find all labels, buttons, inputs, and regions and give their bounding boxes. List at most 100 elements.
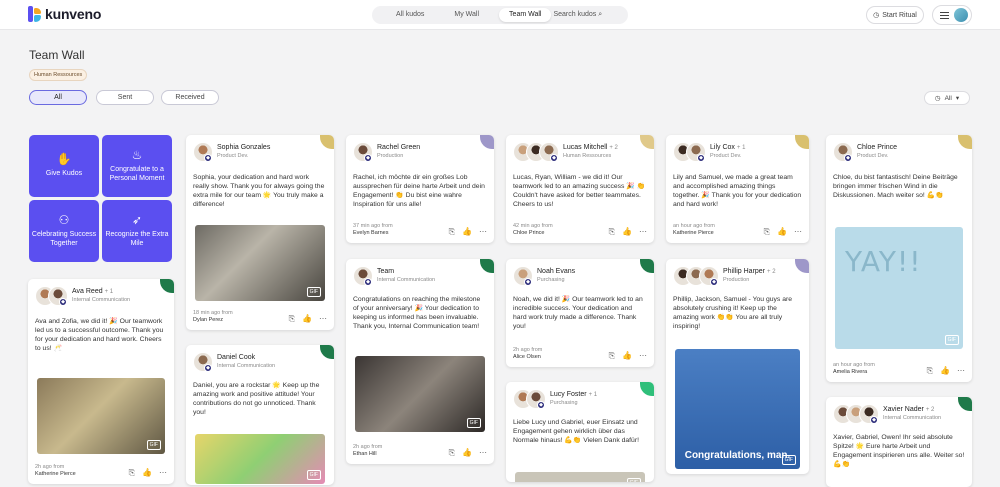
like-icon[interactable]: 👍 [940,366,950,376]
like-icon[interactable]: 👍 [142,468,152,478]
extra-recipients-count: + 2 [609,145,618,151]
kudos-card[interactable]: ◆ Lily Cox + 1 Product Dev. Lily and Samu… [666,135,809,243]
logo-icon [28,6,42,22]
top-bar: kunveno All kudos My Wall Team Wall Sear… [0,0,1000,30]
hamburger-icon [940,11,949,19]
filter-sent-button[interactable]: Sent [96,90,154,105]
tab-my-wall[interactable]: My Wall [444,8,489,22]
category-corner [795,135,809,149]
extra-mile-tile[interactable]: ➶ Recognize the Extra Mile [102,200,172,262]
card-footer: 18 min ago from Dylan Perez ⎘ 👍 ⋯ [193,310,327,324]
value-badge-icon: ◆ [870,416,878,424]
value-badge-icon: ◆ [524,278,532,286]
more-icon[interactable]: ⋯ [319,314,327,324]
page-title: Team Wall [29,48,85,62]
card-footer: an hour ago from Amelia Rivera ⎘ 👍 ⋯ [833,362,965,376]
sender-name: Katherine Pierce [673,229,714,236]
kudos-card[interactable]: ◆ Lucy Foster + 1 Purchasing Liebe Lucy u… [506,382,654,482]
app-name: kunveno [45,6,102,22]
like-icon[interactable]: 👍 [777,227,787,237]
like-icon[interactable]: 👍 [302,314,312,324]
more-icon[interactable]: ⋯ [639,351,647,361]
kudos-message: Sophia, your dedication and hard work re… [193,174,325,209]
kudos-card[interactable]: ◆ Noah Evans Purchasing Noah, we did it!… [506,259,654,367]
translate-icon[interactable]: ⎘ [449,448,455,458]
more-icon[interactable]: ⋯ [159,468,167,478]
kudos-card[interactable]: ◆ Ava Reed + 1 Internal Communication Ava… [28,279,174,484]
gif-image[interactable]: GIF [195,434,325,484]
translate-icon[interactable]: ⎘ [129,468,135,478]
recipient-avatars: ◆ [353,142,373,162]
kudos-message: Ava and Zofia, we did it! 🎉 Our teamwork… [35,318,164,353]
cake-icon: ♨ [131,147,143,162]
recipient-department: Purchasing [537,277,565,283]
gif-image[interactable]: GIF [515,472,645,482]
kudos-card[interactable]: ◆ Lucas Mitchell + 2 Human Ressources Luc… [506,135,654,243]
extra-recipients-count: + 1 [736,145,746,151]
kudos-card[interactable]: ◆ Rachel Green Production Rachel, ich mö… [346,135,494,243]
filter-received-button[interactable]: Received [161,90,219,105]
more-icon[interactable]: ⋯ [957,366,965,376]
main-nav: All kudos My Wall Team Wall Search kudos… [372,6,628,24]
value-badge-icon: ◆ [204,154,212,162]
posted-time: 2h ago from [513,346,543,353]
more-icon[interactable]: ⋯ [639,227,647,237]
kudos-message: Lucas, Ryan, William - we did it! Our te… [513,174,646,209]
gif-image[interactable]: GIF [355,356,485,432]
like-icon[interactable]: 👍 [622,351,632,361]
kudos-card[interactable]: ◆ Chloe Prince Product Dev. Chloe, du bi… [826,135,972,382]
gif-image[interactable]: Congratulations, man. GIF [675,349,800,469]
recipient-name: Lily Cox + 1 [710,144,745,151]
translate-icon[interactable]: ⎘ [764,227,770,237]
kudos-card[interactable]: ◆ Daniel Cook Internal Communication Dan… [186,345,334,485]
department-tag[interactable]: Human Ressources [29,69,88,81]
more-icon[interactable]: ⋯ [794,227,802,237]
gif-tag: GIF [944,335,959,345]
translate-icon[interactable]: ⎘ [927,366,933,376]
kudos-card[interactable]: ◆ Sophia Gonzales Product Dev. Sophia, y… [186,135,334,330]
recipient-name-text: Phillip Harper [723,268,766,275]
gif-image[interactable]: YAY!! GIF [835,227,963,349]
translate-icon[interactable]: ⎘ [449,227,455,237]
kudos-card[interactable]: ◆ Phillip Harper + 2 Production Phillip, … [666,259,809,474]
like-icon[interactable]: 👍 [462,227,472,237]
recipient-department: Product Dev. [857,153,889,159]
card-footer: 42 min ago from Chloe Prince ⎘ 👍 ⋯ [513,223,647,237]
kudos-card[interactable]: ◆ Team Internal Communication Congratula… [346,259,494,464]
filter-all-button[interactable]: All [29,90,87,105]
scope-select[interactable]: ◷ All ▾ [924,91,970,105]
user-menu[interactable] [932,5,972,25]
gif-image[interactable]: GIF [195,225,325,301]
like-icon[interactable]: 👍 [462,448,472,458]
recipient-avatars: ◆ [513,266,533,286]
value-badge-icon: ◆ [844,154,852,162]
give-kudos-tile[interactable]: ✋ Give Kudos [29,135,99,197]
kudos-message: Liebe Lucy und Gabriel, euer Einsatz und… [513,419,639,445]
tab-team-wall[interactable]: Team Wall [499,8,552,22]
kudos-card[interactable]: ◆ Xavier Nader + 2 Internal Communication… [826,397,972,487]
gif-image[interactable]: GIF [37,378,165,454]
tile-label: Congratulate to a Personal Moment [109,165,165,182]
translate-icon[interactable]: ⎘ [289,314,295,324]
value-badge-icon: ◆ [710,278,718,286]
personal-moment-tile[interactable]: ♨ Congratulate to a Personal Moment [102,135,172,197]
translate-icon[interactable]: ⎘ [609,227,615,237]
sender-name: Ethan Hill [353,450,377,457]
more-icon[interactable]: ⋯ [479,448,487,458]
start-ritual-label: Start Ritual [882,11,917,19]
like-icon[interactable]: 👍 [622,227,632,237]
tab-search-kudos[interactable]: Search kudos ⌕ [551,8,612,22]
posted-time: an hour ago from [673,222,715,229]
start-ritual-button[interactable]: ◷ Start Ritual [866,6,924,24]
card-footer: 2h ago from Alice Olsen ⎘ 👍 ⋯ [513,347,647,361]
recipient-name-text: Lucas Mitchell [563,144,608,151]
clock-icon: ◷ [873,12,880,19]
translate-icon[interactable]: ⎘ [609,351,615,361]
recipient-name: Ava Reed + 1 [72,288,130,295]
tab-all-kudos[interactable]: All kudos [386,8,434,22]
clap-icon: ✋ [56,152,72,167]
celebrate-success-tile[interactable]: ⚇ Celebrating Success Together [29,200,99,262]
logo[interactable]: kunveno [28,6,101,22]
tile-label: Recognize the Extra Mile [105,230,169,247]
more-icon[interactable]: ⋯ [479,227,487,237]
